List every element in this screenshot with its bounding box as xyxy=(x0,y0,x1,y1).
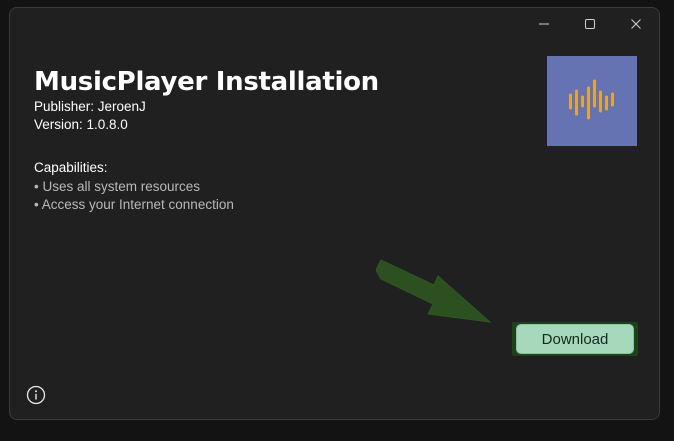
app-logo xyxy=(547,56,637,146)
download-button[interactable]: Download xyxy=(516,324,634,354)
close-button[interactable] xyxy=(613,8,659,40)
download-button-highlight: Download xyxy=(512,322,638,356)
publisher-text: Publisher: JeroenJ xyxy=(34,99,146,114)
audio-waveform-icon xyxy=(569,79,614,120)
info-button[interactable] xyxy=(26,385,46,405)
capability-item: • Access your Internet connection xyxy=(34,197,234,212)
close-icon xyxy=(631,19,641,29)
app-title: MusicPlayer Installation xyxy=(34,67,379,97)
version-text: Version: 1.0.8.0 xyxy=(34,117,128,132)
minimize-button[interactable] xyxy=(521,8,567,40)
maximize-icon xyxy=(585,19,595,29)
minimize-icon xyxy=(539,23,549,25)
capabilities-heading: Capabilities: xyxy=(34,160,108,175)
pointer-arrow xyxy=(376,259,492,323)
capability-item: • Uses all system resources xyxy=(34,179,201,194)
maximize-button[interactable] xyxy=(567,8,613,40)
window-controls xyxy=(521,8,659,40)
installer-window: MusicPlayer Installation Publisher: Jero… xyxy=(9,7,660,420)
info-icon xyxy=(26,385,46,405)
